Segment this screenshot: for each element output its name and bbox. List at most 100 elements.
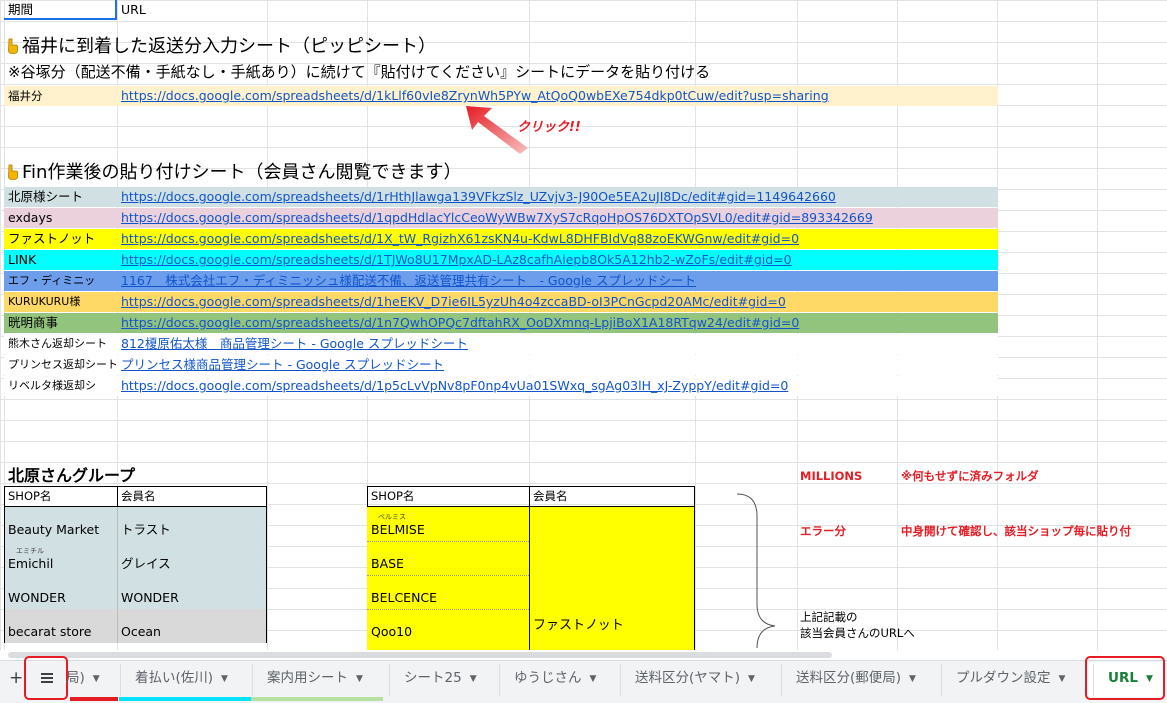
tab-caret-icon: ▼: [589, 674, 597, 684]
brace-note-1: 上記記載の: [800, 610, 858, 624]
divider: [117, 541, 118, 575]
tab-label: 局): [66, 670, 85, 686]
row-separator: [367, 609, 529, 610]
fin-row-link[interactable]: https://docs.google.com/spreadsheets/d/1…: [121, 313, 991, 333]
section1-note: ※谷塚分（配送不備・手紙なし・手紙あり）に続けて『貼付けてください』シートにデー…: [8, 63, 711, 81]
tab-label: ゆうじさん: [514, 670, 582, 686]
add-sheet-button[interactable]: +: [9, 662, 23, 694]
sheet-tab[interactable]: プルダウン設定 ▼: [956, 662, 1065, 694]
tab-separator: [499, 664, 500, 696]
left-member-name[interactable]: グレイス: [121, 554, 171, 574]
tab-separator: [389, 664, 390, 696]
tab-separator: [941, 664, 942, 696]
right-header-shop: SHOP名: [371, 489, 415, 503]
tab-partial[interactable]: 局) ▼: [66, 662, 100, 694]
fin-row-label[interactable]: KURUKURU様: [8, 292, 116, 312]
cell-url-header[interactable]: URL: [121, 0, 261, 20]
left-member-name[interactable]: WONDER: [121, 588, 179, 608]
error-note: 中身開けて確認し、該当ショップ毎に貼り付: [901, 524, 1131, 538]
group-title: 北原さんグループ: [8, 466, 136, 485]
brace-note-2: 該当会員さんのURLへ: [800, 626, 915, 640]
fin-row-link[interactable]: https://docs.google.com/spreadsheets/d/1…: [121, 187, 991, 207]
tab-label: 送料区分(ヤマト): [635, 670, 741, 686]
left-shop-name[interactable]: Beauty Market: [8, 520, 99, 540]
left-shop-name[interactable]: becarat store: [8, 622, 91, 642]
tab-label: 送料区分(郵便局): [796, 670, 902, 686]
fukui-label[interactable]: 福井分: [8, 86, 113, 106]
fin-row-label[interactable]: ファストノット: [8, 229, 116, 249]
right-shop-name[interactable]: BELCENCE: [371, 588, 437, 608]
tab-color: [251, 697, 383, 701]
fin-row-link[interactable]: https://docs.google.com/spreadsheets/d/1…: [121, 376, 991, 396]
fin-row-label[interactable]: exdays: [8, 208, 116, 228]
fin-row-link[interactable]: https://docs.google.com/spreadsheets/d/1…: [121, 292, 991, 312]
tab-color: [70, 697, 118, 701]
right-member-value[interactable]: ファストノット: [533, 616, 624, 636]
millions-note: ※何もせずに済みフォルダ: [901, 469, 1039, 483]
fin-row-link[interactable]: 812榎原佑太様 商品管理シート - Google スプレッドシート: [121, 334, 991, 354]
section1-title-text: 福井に到着した返送分入力シート（ピッピシート）: [22, 36, 436, 57]
fin-row-label[interactable]: エフ・ディミニッ: [8, 271, 116, 291]
tab-caret-icon: ▼: [469, 674, 477, 684]
tab-caret-icon: ▼: [221, 674, 228, 684]
fin-row-link[interactable]: https://docs.google.com/spreadsheets/d/1…: [121, 208, 991, 228]
tab-separator: [781, 664, 782, 696]
error-label: エラー分: [800, 524, 846, 538]
sheet-tab[interactable]: 送料区分(郵便局) ▼: [796, 662, 916, 694]
sheet-tab[interactable]: 案内用シート ▼: [267, 662, 363, 694]
fin-row-link[interactable]: 1167 株式会社エフ・ディミニッシュ様配送不備、返送管理共有シート - Goo…: [121, 271, 991, 291]
right-table-header: [367, 486, 695, 507]
fin-row-label[interactable]: プリンセス返却シート: [8, 355, 116, 375]
cell-period[interactable]: 期間: [8, 0, 113, 20]
right-shop-name[interactable]: BASE: [371, 554, 404, 574]
tab-caret-icon: ▼: [356, 674, 363, 684]
fin-row-link[interactable]: https://docs.google.com/spreadsheets/d/1…: [121, 229, 991, 249]
section2-title: Fin作業後の貼り付けシート（会員さん閲覧できます）: [6, 161, 461, 185]
tab-separator: [120, 664, 121, 696]
curly-brace-icon: [736, 493, 776, 649]
tab-caret-icon: ▼: [909, 674, 916, 684]
highlight-box: [1085, 656, 1165, 700]
left-shop-name[interactable]: WONDER: [8, 588, 66, 608]
right-shop-name[interactable]: BELMISE: [371, 520, 425, 540]
sheet-tab[interactable]: 着払い(佐川) ▼: [135, 662, 228, 694]
tab-caret-icon: ▼: [1058, 674, 1066, 684]
divider: [117, 507, 118, 541]
fin-row-label[interactable]: LINK: [8, 250, 116, 270]
fin-row-link[interactable]: プリンセス様商品管理シート - Google スプレッドシート: [121, 355, 991, 375]
divider: [117, 575, 118, 609]
left-header-shop: SHOP名: [8, 489, 52, 503]
fin-row-label[interactable]: リベルタ様返却シ: [8, 376, 116, 396]
millions-label: MILLIONS: [800, 469, 863, 483]
fukui-link[interactable]: https://docs.google.com/spreadsheets/d/1…: [121, 86, 991, 106]
highlight-box: [24, 656, 68, 700]
fin-row-label[interactable]: 晄明商事: [8, 313, 116, 333]
sheet-tab[interactable]: 送料区分(ヤマト) ▼: [635, 662, 755, 694]
tab-label: プルダウン設定: [956, 670, 1051, 686]
pointing-hand-icon: [8, 38, 18, 54]
tab-separator: [620, 664, 621, 696]
scrollbar-thumb[interactable]: [8, 652, 832, 658]
fin-row-link[interactable]: https://docs.google.com/spreadsheets/d/1…: [121, 250, 991, 270]
tab-separator: [252, 664, 253, 696]
section2-title-text: Fin作業後の貼り付けシート（会員さん閲覧できます）: [22, 162, 462, 183]
left-member-name[interactable]: Ocean: [121, 622, 161, 642]
pointing-hand-icon: [8, 164, 18, 180]
col-line: [1097, 0, 1098, 650]
click-callout: クリック!!: [517, 120, 581, 135]
left-member-name[interactable]: トラスト: [121, 520, 171, 540]
tab-caret-icon: ▼: [92, 674, 100, 684]
divider: [117, 609, 118, 643]
left-shop-name[interactable]: Emichil: [8, 554, 53, 574]
fin-row-label[interactable]: 熊木さん返却シート: [8, 334, 116, 354]
right-shop-name[interactable]: Qoo10: [371, 622, 412, 642]
tab-label: シート25: [404, 670, 462, 686]
section1-title: 福井に到着した返送分入力シート（ピッピシート）: [6, 35, 436, 59]
tab-label: 案内用シート: [267, 670, 348, 686]
tab-label: 着払い(佐川): [135, 670, 214, 686]
right-header-member: 会員名: [533, 489, 568, 503]
sheet-tab[interactable]: シート25 ▼: [404, 662, 477, 694]
divider: [529, 486, 530, 507]
fin-row-label[interactable]: 北原様シート: [8, 187, 116, 207]
sheet-tab[interactable]: ゆうじさん ▼: [514, 662, 596, 694]
